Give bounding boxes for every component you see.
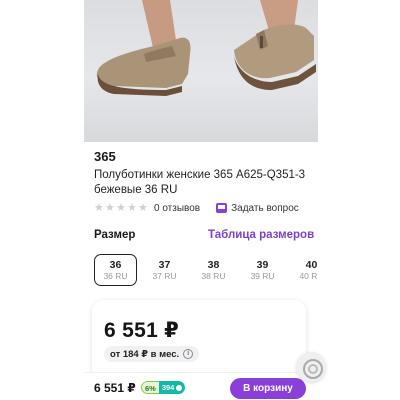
size-ru: 39 RU — [250, 270, 275, 281]
ask-question-button[interactable]: Задать вопрос — [216, 203, 299, 214]
size-option-40[interactable]: 40 40 RU — [290, 254, 318, 286]
brand-name[interactable]: 365 — [94, 149, 116, 164]
zipper-right — [260, 36, 263, 48]
size-option-37[interactable]: 37 37 RU — [143, 254, 186, 286]
size-section-label: Размер — [94, 229, 136, 241]
rating-stars[interactable]: ★ ★ ★ ★ ★ — [94, 202, 148, 214]
info-icon[interactable]: i — [183, 349, 194, 359]
shoe-right — [234, 24, 314, 79]
size-table-link[interactable]: Таблица размеров — [208, 229, 314, 241]
star-icon: ★ — [105, 202, 115, 214]
star-icon: ★ — [116, 202, 126, 214]
cashback-percent: 6% — [141, 381, 159, 394]
size-ru: 38 RU — [201, 270, 226, 281]
size-ru: 37 RU — [152, 270, 177, 281]
cashback-points: 394 — [161, 383, 175, 392]
cashback-badge[interactable]: 6% 394 — [141, 381, 186, 394]
installment-badge[interactable]: от 184 ₽ в мес. i — [104, 346, 200, 362]
ask-question-label: Задать вопрос — [231, 202, 299, 214]
size-eu: 36 — [109, 258, 122, 271]
reviews-count[interactable]: 0 отзывов — [154, 203, 200, 214]
size-option-39[interactable]: 39 39 RU — [241, 254, 284, 286]
size-eu: 39 — [256, 258, 269, 271]
size-eu: 37 — [158, 258, 171, 271]
star-icon: ★ — [127, 202, 137, 214]
product-page: 365 Полуботинки женские 365 A625-Q351-3 … — [84, 0, 318, 400]
installment-text: от 184 ₽ в мес. — [110, 348, 180, 360]
beige-loafers-photo — [96, 0, 316, 96]
size-eu: 38 — [207, 258, 220, 271]
star-icon: ★ — [138, 202, 148, 214]
points-coin-icon — [176, 384, 183, 391]
bottom-price: 6 551 ₽ — [94, 381, 136, 395]
shoe-left — [96, 37, 191, 88]
bottom-purchase-bar: 6 551 ₽ 6% 394 В корзину — [84, 372, 318, 400]
product-photo[interactable] — [84, 0, 318, 142]
size-eu: 40 — [305, 258, 318, 271]
size-option-38[interactable]: 38 38 RU — [192, 254, 235, 286]
size-ru: 40 RU — [299, 270, 318, 281]
rating-row: ★ ★ ★ ★ ★ 0 отзывов Задать вопрос — [94, 201, 316, 215]
chat-bubble-icon — [216, 203, 228, 213]
product-price: 6 551 ₽ — [104, 319, 180, 342]
cashback-points-wrap: 394 — [158, 381, 186, 394]
size-selector: 36 36 RU 37 37 RU 38 38 RU 39 39 RU 40 4… — [94, 254, 318, 286]
price-card: 6 551 ₽ от 184 ₽ в мес. i — [92, 300, 306, 380]
size-option-36[interactable]: 36 36 RU — [94, 254, 137, 286]
product-title: Полуботинки женские 365 A625-Q351-3 беже… — [94, 169, 306, 196]
size-ru: 36 RU — [103, 270, 128, 281]
floating-assistant-icon[interactable] — [296, 352, 326, 382]
star-icon: ★ — [94, 202, 104, 214]
add-to-cart-button[interactable]: В корзину — [230, 378, 306, 399]
